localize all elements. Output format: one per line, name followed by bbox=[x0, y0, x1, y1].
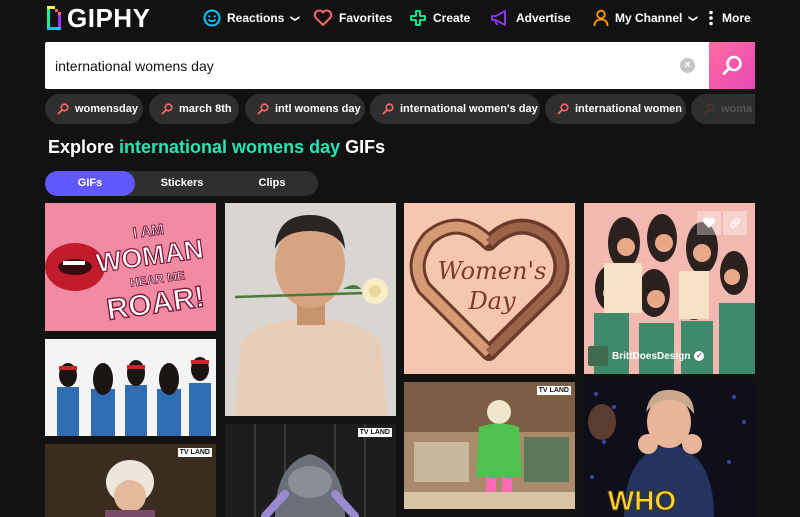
tab-gifs[interactable]: GIFs bbox=[45, 171, 135, 196]
suggestion-pill[interactable]: international women bbox=[545, 94, 686, 124]
gif-tile[interactable]: TV LAND bbox=[225, 424, 396, 517]
nav-my-channel-label: My Channel bbox=[615, 11, 683, 25]
roar-line-2: WOMAN bbox=[94, 234, 205, 279]
smiley-icon bbox=[203, 9, 221, 27]
roar-line-4: ROAR! bbox=[105, 280, 207, 326]
suggestion-pill[interactable]: womensday bbox=[45, 94, 143, 124]
kebab-icon bbox=[709, 10, 713, 26]
giphy-logo-mark-icon bbox=[45, 6, 63, 30]
suggestion-pill[interactable]: intl womens day bbox=[245, 94, 365, 124]
tv-land-badge: TV LAND bbox=[536, 386, 571, 395]
suggestion-pill[interactable]: woma bbox=[691, 94, 755, 124]
heart-icon bbox=[702, 217, 716, 228]
page-title: Explore international womens day GIFs bbox=[48, 137, 385, 158]
tab-stickers[interactable]: Stickers bbox=[137, 171, 227, 196]
tv-land-badge: TV LAND bbox=[357, 428, 392, 437]
chevron-down-icon: ❯ bbox=[688, 14, 699, 22]
suggestion-pills: womensday march 8th intl womens day inte… bbox=[45, 94, 755, 124]
nav-create-label: Create bbox=[433, 11, 471, 25]
gif-roar-art: I AM WOMAN HEAR ME ROAR! bbox=[45, 220, 207, 327]
suggestion-label: march 8th bbox=[179, 103, 232, 115]
search-button[interactable] bbox=[709, 42, 755, 89]
search-icon bbox=[703, 103, 715, 115]
womens-day-line-1: Women's bbox=[438, 257, 547, 285]
link-icon bbox=[730, 218, 740, 228]
plus-icon bbox=[410, 10, 426, 26]
gif-who-art: WHO bbox=[584, 382, 755, 517]
gif-tile[interactable]: I AM WOMAN HEAR ME ROAR! bbox=[45, 203, 216, 331]
suggestion-label: woma bbox=[721, 103, 753, 115]
nav-reactions[interactable]: Reactions ❯ bbox=[203, 6, 301, 30]
nav-reactions-label: Reactions bbox=[227, 11, 285, 25]
suggestion-pill[interactable]: international women's day bbox=[370, 94, 540, 124]
search-icon bbox=[722, 55, 742, 75]
clear-search-button[interactable]: × bbox=[680, 58, 695, 73]
giphy-logo[interactable]: GIPHY bbox=[45, 2, 151, 33]
copy-link-button[interactable] bbox=[723, 211, 747, 235]
page-title-query: international womens day bbox=[119, 137, 341, 157]
gif-golden-girls-art bbox=[404, 382, 575, 509]
content-type-tabs: GIFs Stickers Clips bbox=[45, 171, 318, 196]
who-caption: WHO bbox=[608, 485, 676, 516]
search-icon bbox=[257, 103, 269, 115]
gif-group-art bbox=[57, 357, 211, 436]
gif-womens-day-art: Women's Day bbox=[404, 203, 575, 374]
suggestion-pill[interactable]: march 8th bbox=[149, 94, 239, 124]
logo-text: GIPHY bbox=[67, 2, 151, 33]
page-title-suffix: GIFs bbox=[345, 137, 386, 157]
search-input[interactable] bbox=[45, 42, 665, 89]
avatar bbox=[588, 346, 608, 366]
search-icon bbox=[161, 103, 173, 115]
tab-clips[interactable]: Clips bbox=[227, 171, 317, 196]
gif-tile[interactable]: WHO bbox=[584, 382, 755, 517]
gif-tile[interactable]: TV LAND bbox=[404, 382, 575, 509]
user-icon bbox=[593, 9, 609, 27]
favorite-button[interactable] bbox=[697, 211, 721, 235]
suggestion-label: intl womens day bbox=[275, 103, 361, 115]
gif-tile[interactable] bbox=[45, 339, 216, 436]
chevron-down-icon: ❯ bbox=[290, 14, 301, 22]
gif-tile[interactable] bbox=[225, 203, 396, 416]
nav-advertise[interactable]: Advertise bbox=[490, 6, 571, 30]
gif-tile[interactable]: Women's Day bbox=[404, 203, 575, 374]
heart-icon bbox=[313, 9, 333, 26]
gif-puppet-art bbox=[225, 424, 396, 517]
megaphone-icon bbox=[491, 10, 506, 26]
womens-day-line-2: Day bbox=[467, 287, 516, 315]
page-title-prefix: Explore bbox=[48, 137, 115, 157]
verified-icon: ✓ bbox=[694, 351, 705, 361]
nav-advertise-label: Advertise bbox=[516, 11, 571, 25]
nav-more-label: More bbox=[722, 11, 751, 25]
gif-tile[interactable]: BrittDoesDesign ✓ bbox=[584, 203, 755, 374]
search-icon bbox=[382, 103, 394, 115]
suggestion-label: womensday bbox=[75, 103, 138, 115]
suggestion-label: international women's day bbox=[400, 103, 538, 115]
nav-create[interactable]: Create bbox=[409, 6, 470, 30]
gif-rose-man-art bbox=[225, 203, 396, 416]
suggestion-label: international women bbox=[575, 103, 682, 115]
nav-favorites-label: Favorites bbox=[339, 11, 393, 25]
tv-land-badge: TV LAND bbox=[177, 448, 212, 457]
search-bar: × bbox=[45, 42, 755, 89]
search-icon bbox=[57, 103, 69, 115]
gif-tile[interactable]: TV LAND bbox=[45, 444, 216, 517]
search-icon bbox=[557, 103, 569, 115]
gif-credit[interactable]: BrittDoesDesign ✓ bbox=[588, 346, 705, 366]
nav-my-channel[interactable]: My Channel ❯ bbox=[593, 6, 699, 30]
nav-favorites[interactable]: Favorites bbox=[313, 6, 392, 30]
nav-more[interactable]: More bbox=[706, 6, 751, 30]
credit-username: BrittDoesDesign bbox=[612, 350, 691, 362]
gif-actions bbox=[697, 211, 747, 235]
